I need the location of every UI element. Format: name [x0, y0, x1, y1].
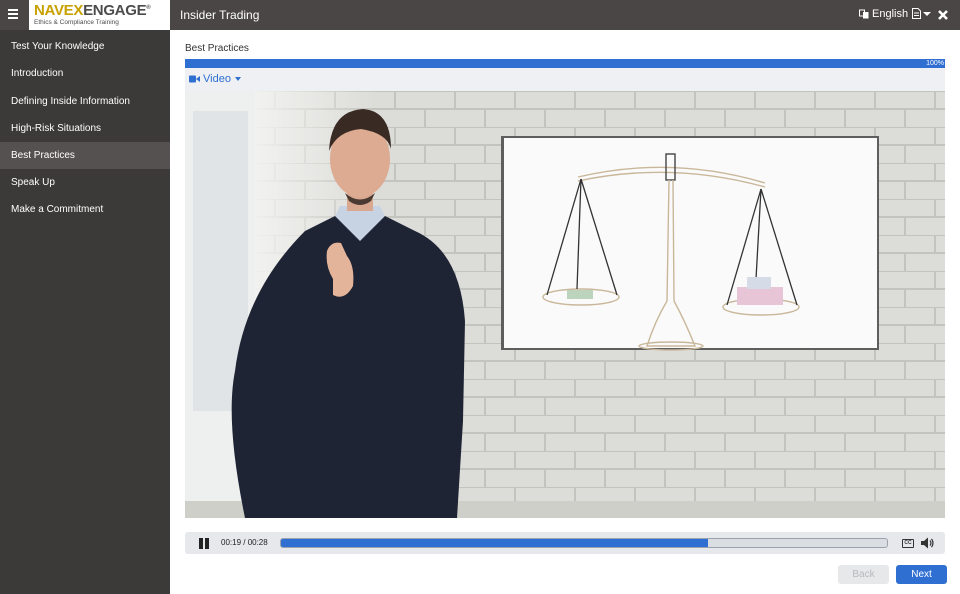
sidebar-nav: Test Your Knowledge Introduction Definin…	[0, 30, 170, 594]
sidebar-item-label: Speak Up	[11, 177, 55, 188]
video-camera-icon	[189, 75, 200, 83]
page-title: Best Practices	[185, 43, 249, 54]
top-bar: NAVEXENGAGE® Ethics & Compliance Trainin…	[0, 0, 960, 30]
video-tab-dropdown[interactable]: Video	[189, 73, 241, 85]
sidebar-item-label: Make a Commitment	[11, 204, 104, 215]
sidebar-item-introduction[interactable]: Introduction	[0, 60, 170, 87]
language-selector[interactable]: English	[859, 8, 908, 20]
logo-engage-text: ENGAGE	[83, 2, 147, 19]
pause-icon	[199, 538, 203, 549]
language-label: English	[872, 8, 909, 20]
sidebar-item-best-practices[interactable]: Best Practices	[0, 142, 170, 169]
logo-registered-mark: ®	[146, 5, 151, 11]
sidebar-item-high-risk-situations[interactable]: High-Risk Situations	[0, 115, 170, 142]
sidebar-item-label: Best Practices	[11, 150, 75, 161]
video-frame	[185, 91, 945, 518]
logo-tagline: Ethics & Compliance Training	[34, 19, 119, 26]
language-icon	[859, 9, 869, 19]
navex-logo: NAVEXENGAGE® Ethics & Compliance Trainin…	[29, 0, 170, 30]
chevron-down-icon	[234, 77, 241, 81]
media-tab-bar: Video	[185, 68, 945, 91]
back-button[interactable]: Back	[838, 565, 889, 584]
hamburger-icon	[8, 9, 18, 11]
course-progress-fill	[185, 59, 945, 68]
sidebar-item-make-a-commitment[interactable]: Make a Commitment	[0, 196, 170, 223]
hamburger-menu-button[interactable]	[7, 7, 21, 21]
pause-button[interactable]	[198, 538, 210, 549]
video-player[interactable]	[185, 91, 945, 518]
sidebar-item-test-your-knowledge[interactable]: Test Your Knowledge	[0, 33, 170, 60]
course-title: Insider Trading	[180, 8, 260, 22]
sidebar-item-label: Test Your Knowledge	[11, 41, 105, 52]
video-time: 00:19 / 00:28	[221, 538, 268, 547]
course-progress-bar: 100%	[185, 59, 945, 68]
course-progress-label: 100%	[926, 60, 944, 67]
video-tab-label: Video	[203, 73, 231, 85]
video-controls: 00:19 / 00:28 CC	[185, 532, 945, 554]
sidebar-item-label: Introduction	[11, 68, 64, 79]
speaker-icon[interactable]	[921, 537, 934, 549]
video-seek-bar[interactable]	[280, 538, 888, 548]
document-menu-button[interactable]	[912, 8, 931, 19]
document-icon	[912, 8, 921, 19]
next-button[interactable]: Next	[896, 565, 947, 584]
sidebar-item-label: High-Risk Situations	[11, 123, 102, 134]
video-seek-fill	[281, 539, 709, 547]
sidebar-item-defining-inside-information[interactable]: Defining Inside Information	[0, 88, 170, 115]
close-icon[interactable]	[937, 9, 949, 21]
sidebar-item-label: Defining Inside Information	[11, 96, 130, 107]
chevron-down-icon	[923, 11, 931, 16]
sidebar-item-speak-up[interactable]: Speak Up	[0, 169, 170, 196]
logo-navex-text: NAVEX	[34, 2, 84, 19]
closed-captions-icon[interactable]: CC	[902, 539, 914, 548]
logo-wordmark: NAVEXENGAGE®	[34, 2, 151, 19]
